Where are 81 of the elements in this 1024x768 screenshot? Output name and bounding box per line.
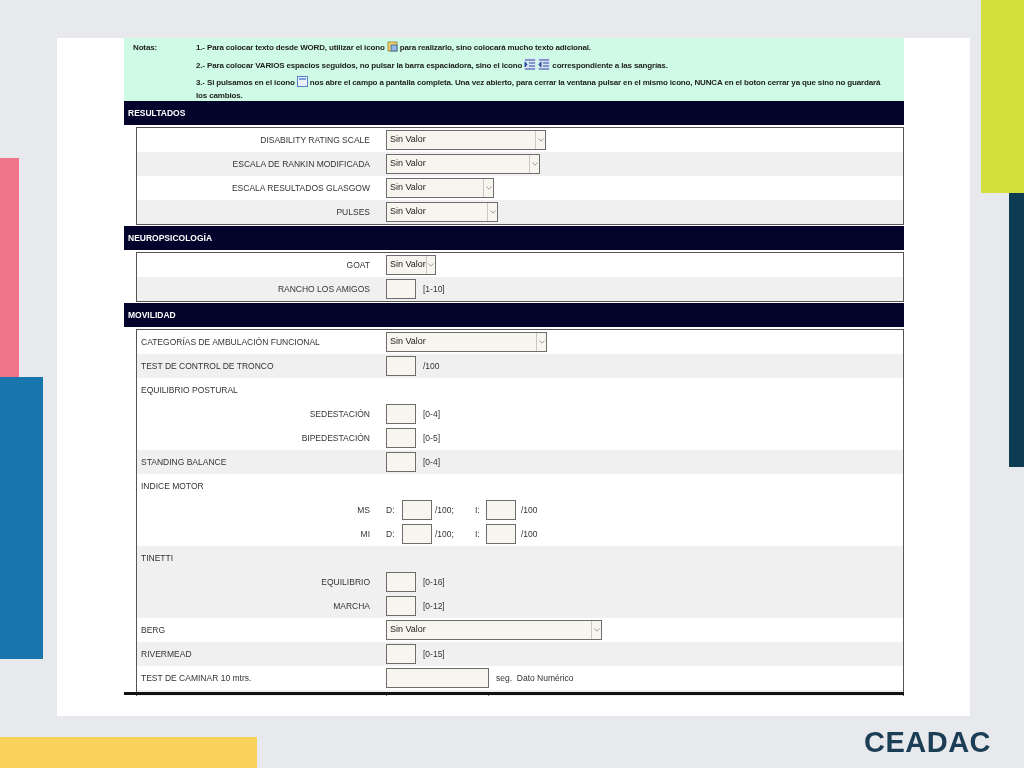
- chevron-down-icon: [537, 138, 544, 142]
- note-text: para realizarlo, sino colocará mucho texto adicional.: [399, 43, 591, 52]
- unit-label: /100: [521, 527, 538, 541]
- input-field[interactable]: [386, 356, 416, 376]
- section-header: MOVILIDAD: [124, 303, 904, 327]
- field-prefix: D:: [386, 503, 396, 517]
- note-text: 1.- Para colocar texto desde WORD, utilizar el icono: [196, 43, 385, 52]
- clipboard-icon[interactable]: [386, 41, 398, 52]
- field-label: GOAT: [346, 259, 370, 270]
- field-label: MI: [360, 528, 370, 539]
- section-header: RESULTADOS: [124, 101, 904, 125]
- unit-label: seg. Dato Numérico: [496, 671, 574, 685]
- field-prefix: I:: [475, 527, 481, 541]
- outdent-icon[interactable]: [538, 58, 551, 70]
- chevron-down-icon: [427, 263, 434, 267]
- dropdown[interactable]: Sin Valor: [386, 255, 436, 275]
- field-label: BIPEDESTACIÓN: [301, 432, 370, 443]
- field-label: RIVERMEAD: [141, 648, 192, 659]
- dropdown[interactable]: Sin Valor: [386, 332, 547, 352]
- dropdown[interactable]: Sin Valor: [386, 154, 540, 174]
- note-text: 3.- Si pulsamos en el icono: [196, 78, 295, 87]
- chevron-down-icon: [489, 210, 496, 214]
- unit-label: [0-4]: [423, 407, 440, 421]
- fullscreen-icon[interactable]: [296, 76, 308, 87]
- dropdown[interactable]: Sin Valor: [386, 130, 546, 150]
- input-field[interactable]: [402, 524, 432, 544]
- unit-label: [0-12]: [423, 599, 445, 613]
- note-text: los cambios.: [196, 90, 244, 102]
- note-text: correspondiente a las sangrías.: [552, 61, 668, 70]
- unit-label: /100;: [435, 503, 455, 517]
- input-field[interactable]: [386, 644, 416, 664]
- field-label: DISABILITY RATING SCALE: [260, 134, 370, 145]
- field-label: RANCHO LOS AMIGOS: [277, 283, 370, 294]
- chevron-down-icon: [593, 628, 600, 632]
- unit-label: /100;: [435, 527, 455, 541]
- note-text: nos abre el campo a pantalla completa. Una vez abierto, para cerrar la ventana pulsar en el mismo icono, NUNCA en el boton cerrar ya que sino no guardará: [309, 78, 881, 87]
- input-field[interactable]: [386, 596, 416, 616]
- field-prefix: I:: [475, 503, 481, 517]
- input-field[interactable]: [486, 524, 516, 544]
- indent-icon[interactable]: [524, 58, 537, 70]
- notes-label: Notas:: [133, 42, 158, 54]
- field-label: CATEGORÍAS DE AMBULACIÓN FUNCIONAL: [141, 336, 320, 347]
- unit-label: [0-5]: [423, 431, 440, 445]
- dropdown[interactable]: Sin Valor: [386, 178, 494, 198]
- input-field[interactable]: [386, 668, 489, 688]
- section-header: NEUROPSICOLOGÍA: [124, 226, 904, 250]
- input-field[interactable]: [386, 572, 416, 592]
- dropdown[interactable]: Sin Valor: [386, 202, 498, 222]
- field-label: BERG: [141, 624, 166, 635]
- field-label: TEST DE CAMINAR 10 mtrs.: [141, 672, 252, 683]
- input-field[interactable]: [402, 500, 432, 520]
- logo: CEADAC: [864, 726, 992, 758]
- input-field[interactable]: [386, 404, 416, 424]
- dropdown[interactable]: Sin Valor: [386, 620, 602, 640]
- note-text: 2.- Para colocar VARIOS espacios seguidos, no pulsar la barra espaciadora, sino el icono: [196, 61, 523, 70]
- input-field[interactable]: [486, 500, 516, 520]
- field-label: INDICE MOTOR: [141, 480, 204, 491]
- input-field[interactable]: [386, 452, 416, 472]
- field-label: ESCALA DE RANKIN MODIFICADA: [232, 158, 370, 169]
- unit-label: [0-16]: [423, 575, 445, 589]
- field-prefix: D:: [386, 527, 396, 541]
- unit-label: [1-10]: [423, 282, 445, 296]
- unit-label: [0-4]: [423, 455, 440, 469]
- field-label: EQUILIBRIO: [321, 576, 370, 587]
- field-label: PULSES: [336, 206, 370, 217]
- field-label: EQUILIBRIO POSTURAL: [141, 384, 238, 395]
- field-label: TINETTI: [141, 552, 174, 563]
- unit-label: /100: [521, 503, 538, 517]
- field-label: TEST DE CONTROL DE TRONCO: [141, 360, 274, 371]
- input-field[interactable]: [386, 428, 416, 448]
- field-label: MARCHA: [333, 600, 370, 611]
- field-label: ESCALA RESULTADOS GLASGOW: [231, 182, 370, 193]
- unit-label: /100: [423, 359, 440, 373]
- chevron-down-icon: [531, 162, 538, 166]
- chevron-down-icon: [538, 340, 545, 344]
- unit-label: [0-15]: [423, 647, 445, 661]
- chevron-down-icon: [485, 186, 492, 190]
- field-label: MS: [357, 504, 370, 515]
- field-label: SEDESTACIÓN: [309, 408, 370, 419]
- input-field[interactable]: [386, 279, 416, 299]
- field-label: STANDING BALANCE: [141, 456, 227, 467]
